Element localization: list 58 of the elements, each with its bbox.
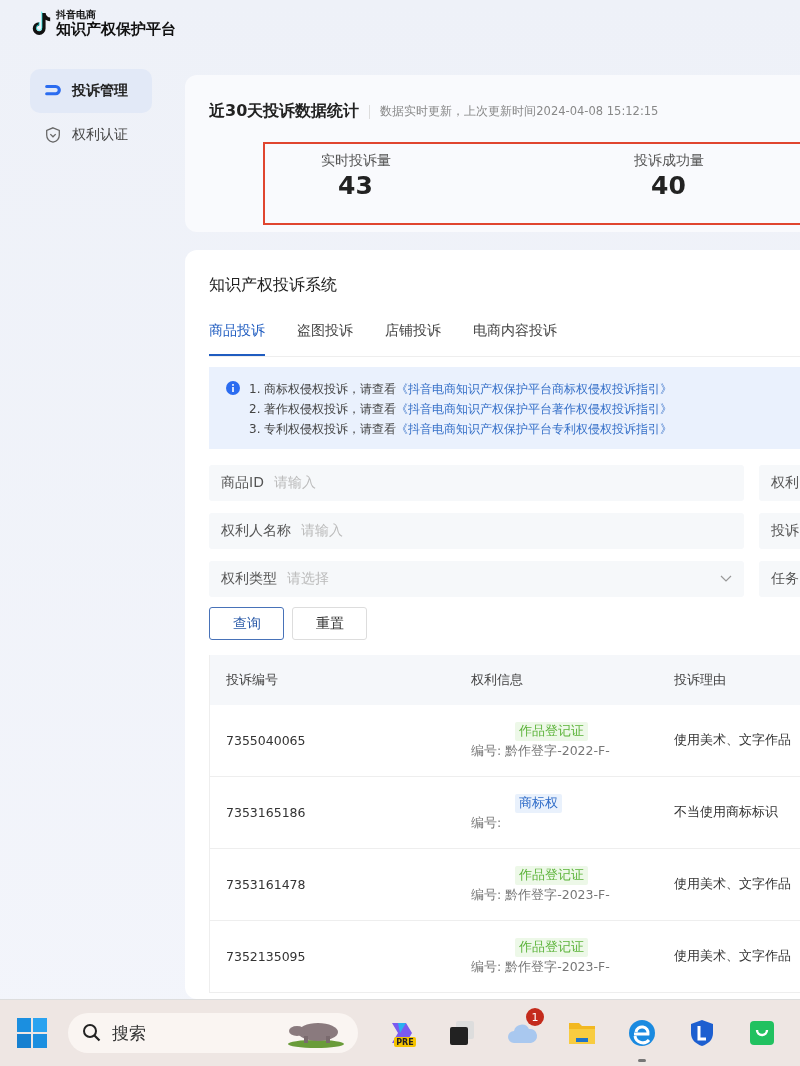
- registration-number: 编号: 黔作登字-2023-F-: [471, 886, 610, 904]
- rights-tag: 作品登记证: [515, 721, 588, 741]
- start-icon[interactable]: [16, 1017, 48, 1049]
- column-header: 权利信息: [470, 671, 524, 689]
- input-field[interactable]: 投诉: [759, 513, 800, 549]
- notice-text: 1. 商标权侵权投诉，请查看: [249, 382, 397, 396]
- metric-value: 43: [338, 171, 373, 200]
- taskbar-search[interactable]: 搜索: [68, 1013, 358, 1053]
- registration-number: 编号:: [471, 814, 502, 832]
- rights-tag: 作品登记证: [515, 865, 588, 885]
- table-cell-text: 7353165186: [225, 805, 307, 820]
- table-cell-text: 7353161478: [225, 877, 307, 892]
- table-cell-text: 7352135095: [225, 949, 307, 964]
- input-field[interactable]: 任务: [759, 561, 800, 597]
- metric-value: 40: [651, 171, 686, 200]
- reset-button[interactable]: 重置: [292, 607, 367, 640]
- rights-tag: 商标权: [515, 793, 562, 813]
- guide-link[interactable]: 《抖音电商知识产权保护平台商标权侵权投诉指引》: [396, 382, 673, 396]
- query-button[interactable]: 查询: [209, 607, 284, 640]
- notice-text: 3. 专利权侵权投诉，请查看: [249, 422, 397, 436]
- rights-tag: 作品登记证: [515, 937, 588, 957]
- guide-link[interactable]: 《抖音电商知识产权保护平台著作权侵权投诉指引》: [396, 402, 673, 416]
- metric-label: 投诉成功量: [633, 152, 704, 170]
- system-title: 知识产权投诉系统: [209, 275, 337, 296]
- browser-icon[interactable]: [626, 1017, 658, 1049]
- shield-icon: [44, 126, 62, 144]
- info-icon: [226, 381, 240, 395]
- tab[interactable]: 店铺投诉: [385, 322, 441, 356]
- pre-label: PRE: [396, 1038, 414, 1047]
- column-header: 投诉理由: [674, 671, 727, 689]
- sidebar-item[interactable]: 权利认证: [30, 113, 152, 157]
- select-field[interactable]: 权利类型 请选择: [209, 561, 744, 597]
- stats-title: 近30天投诉数据统计: [209, 101, 360, 122]
- tab[interactable]: 商品投诉: [209, 322, 265, 356]
- table-cell-text: 使用美术、文字作品: [674, 732, 792, 749]
- tab[interactable]: 盗图投诉: [297, 322, 353, 356]
- notice-text: 2. 著作权侵权投诉，请查看: [249, 402, 397, 416]
- registration-number: 编号: 黔作登字-2022-F-: [471, 742, 610, 760]
- table-cell-text: 不当使用商标标识: [674, 804, 779, 821]
- table-cell-text: 使用美术、文字作品: [674, 876, 792, 893]
- registration-number: 编号: 黔作登字-2023-F-: [471, 958, 610, 976]
- input-field[interactable]: 权利人名称 请输入: [209, 513, 744, 549]
- column-header: 投诉编号: [225, 671, 279, 689]
- input-field[interactable]: 商品ID 请输入: [209, 465, 744, 501]
- guide-link[interactable]: 《抖音电商知识产权保护平台专利权侵权投诉指引》: [396, 422, 673, 436]
- search-icon: [82, 1023, 102, 1043]
- note-logo-icon: [30, 10, 52, 37]
- sidebar-item[interactable]: 投诉管理: [30, 69, 152, 113]
- input-field[interactable]: 权利: [759, 465, 800, 501]
- metric-label: 实时投诉量: [320, 152, 391, 170]
- notification-badge: 1: [526, 1008, 544, 1026]
- table-cell-text: 使用美术、文字作品: [674, 948, 792, 965]
- brand-title: 知识产权保护平台: [56, 22, 176, 37]
- brand-subtitle: 抖音电商: [56, 10, 97, 20]
- chevron-down-icon: [720, 575, 732, 583]
- update-time-text: 数据实时更新，上次更新时间2024-04-08 15:12:15: [380, 104, 659, 119]
- tab[interactable]: 电商内容投诉: [473, 322, 557, 356]
- table-cell-text: 7355040065: [225, 733, 307, 748]
